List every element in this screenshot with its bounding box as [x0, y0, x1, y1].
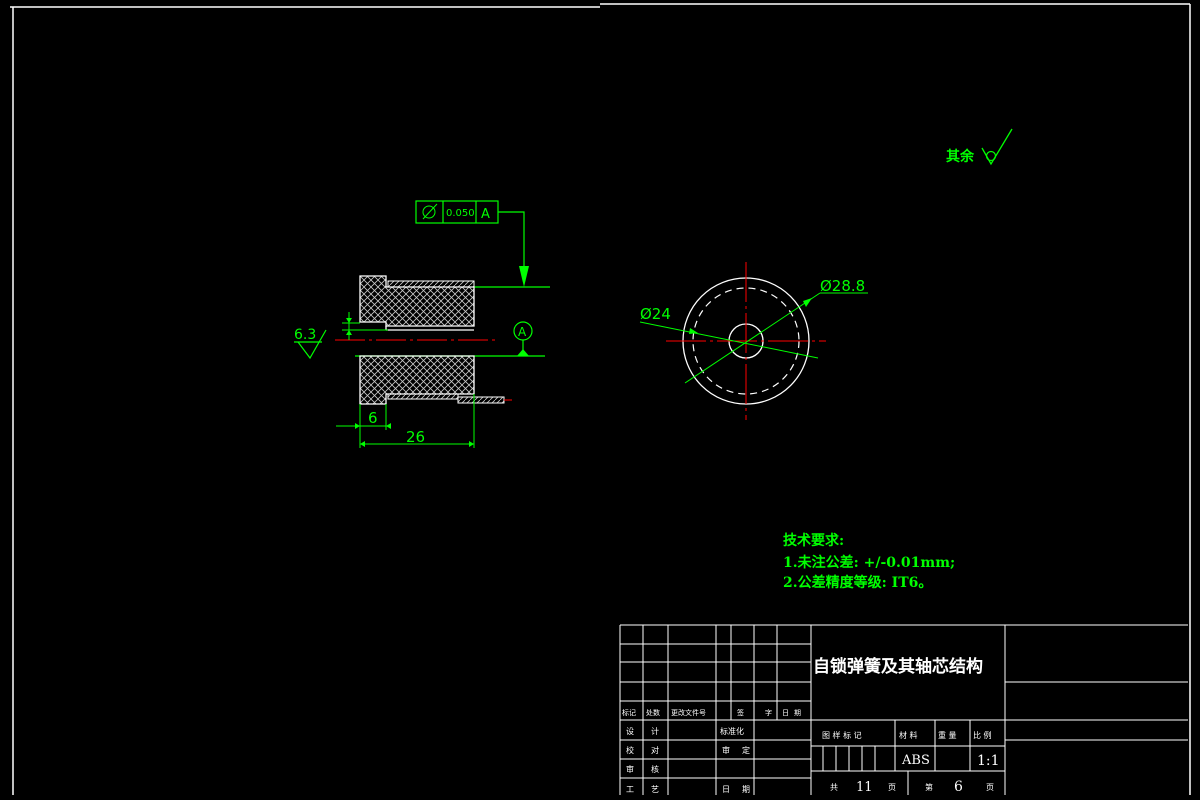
hdr-char: 字: [765, 708, 772, 717]
hdr-mark: 标记: [622, 708, 636, 717]
tech-line-1: 1.未注公差: +/-0.01mm;: [783, 554, 955, 571]
material-value: ABS: [901, 753, 930, 768]
weight-label: 重 量: [938, 730, 957, 740]
role-check: 校: [626, 745, 634, 755]
sheet-number: 6: [954, 779, 963, 795]
sheet-unit: 页: [888, 783, 896, 792]
dim-small: 6: [368, 409, 378, 427]
role-audit: 审: [626, 764, 634, 774]
tech-line-2: 2.公差精度等级: IT6。: [783, 574, 932, 591]
sheet-unit-2: 页: [986, 783, 994, 792]
role-craft-2: 艺: [651, 785, 659, 794]
sheet-label: 第: [925, 782, 933, 792]
role-design-2: 计: [651, 726, 659, 736]
roughness-note: 其余: [946, 128, 1013, 166]
drawing-frame: [10, 3, 1191, 795]
tolerance-value: 0.050: [446, 208, 475, 219]
tolerance-datum: A: [481, 207, 490, 222]
role-review-2: 定: [742, 745, 750, 755]
hdr-change-doc: 更改文件号: [671, 708, 706, 717]
left-section-view: 0.050 A 6.3 A 6 26: [294, 200, 550, 448]
technical-requirements: 技术要求: 1.未注公差: +/-0.01mm; 2.公差精度等级: IT6。: [783, 532, 955, 591]
stage-label: 图 样 标 记: [822, 730, 862, 740]
role-date: 日: [722, 785, 730, 794]
roughness-value: 6.3: [294, 327, 316, 343]
role-review: 审: [722, 745, 730, 755]
right-end-view: Ø28.8 Ø24: [639, 262, 868, 420]
scale-label: 比 例: [973, 730, 992, 740]
part-name: 自锁弹簧及其轴芯结构: [813, 656, 983, 677]
dim-length: 26: [406, 428, 425, 446]
tech-title: 技术要求:: [783, 532, 844, 549]
material-label: 材 料: [899, 730, 918, 740]
hdr-date-1: 日: [782, 709, 789, 717]
role-design: 设: [626, 726, 634, 736]
roughness-symbol-icon: [981, 128, 1013, 166]
role-audit-2: 核: [651, 764, 659, 774]
scale-value: 1:1: [977, 753, 1000, 769]
hdr-date-2: 期: [794, 709, 801, 717]
hdr-sign: 签: [737, 708, 744, 717]
role-craft: 工: [626, 785, 634, 794]
drawing-canvas: 其余 0.050 A 6.3 A 6 26 Ø28.8 Ø24 技术要求: 1.…: [10, 3, 1191, 795]
role-check-2: 对: [651, 745, 659, 755]
hdr-count: 处数: [646, 708, 660, 717]
role-date-2: 期: [742, 785, 750, 794]
dim-inner-diameter: Ø24: [640, 305, 671, 323]
tolerance-frame: 0.050 A: [415, 200, 529, 287]
datum-marker-letter: A: [518, 325, 527, 339]
total-sheets: 11: [856, 780, 873, 795]
dim-outer-diameter: Ø28.8: [820, 277, 865, 295]
roughness-label: 其余: [946, 148, 975, 165]
total-label: 共: [830, 783, 838, 792]
role-standard: 标准化: [720, 726, 744, 736]
